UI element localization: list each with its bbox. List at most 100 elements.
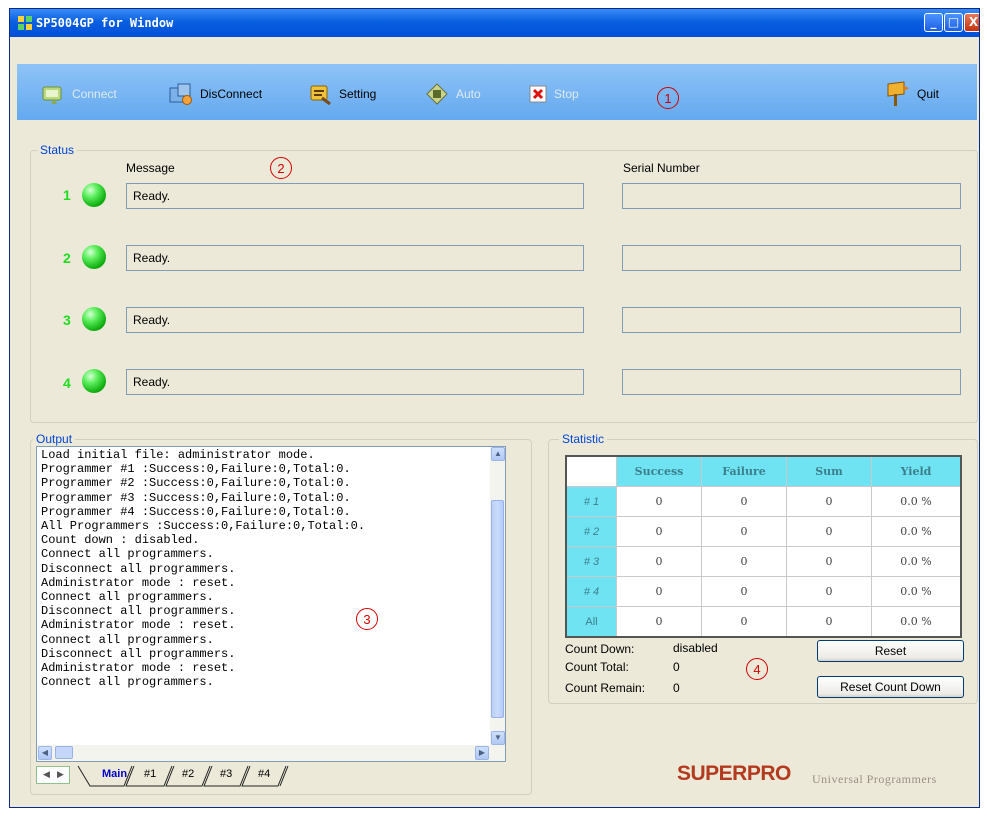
- statistic-group-title: Statistic: [559, 432, 608, 446]
- tab-scroll-arrows[interactable]: ◀ ▶: [36, 766, 70, 784]
- row-header: # 3: [565, 546, 617, 577]
- count-remain-value: 0: [673, 681, 680, 695]
- horizontal-scrollbar[interactable]: ◀ ▶: [37, 745, 505, 761]
- count-down-value: disabled: [673, 641, 718, 655]
- table-cell: 0: [616, 606, 702, 638]
- scroll-thumb[interactable]: [55, 746, 73, 759]
- status-led-green: [82, 307, 106, 331]
- stop-icon: [529, 85, 547, 103]
- quit-icon: [887, 81, 909, 106]
- table-cell: 0: [786, 486, 872, 517]
- superpro-tagline: Universal Programmers: [812, 772, 937, 786]
- message-field: Ready.: [126, 369, 584, 395]
- annotation-marker-4: 4: [746, 658, 768, 680]
- row-header: # 2: [565, 516, 617, 547]
- table-cell: 0.0 %: [871, 606, 962, 638]
- log-line: All Programmers :Success:0,Failure:0,Tot…: [41, 519, 366, 534]
- table-cell: 0: [786, 516, 872, 547]
- log-line: Connect all programmers.: [41, 675, 214, 690]
- auto-button[interactable]: Auto: [425, 82, 481, 106]
- connect-label: Connect: [72, 87, 117, 101]
- vertical-scrollbar[interactable]: ▲ ▼: [490, 447, 505, 745]
- table-cell: 0.0 %: [871, 546, 962, 577]
- table-cell: 0: [616, 576, 702, 607]
- log-line: Programmer #3 :Success:0,Failure:0,Total…: [41, 490, 351, 505]
- close-button[interactable]: X: [964, 13, 979, 32]
- reset-button[interactable]: Reset: [817, 640, 964, 662]
- programmer-number: 4: [63, 375, 71, 391]
- status-led-green: [82, 183, 106, 207]
- scroll-up-icon[interactable]: ▲: [491, 447, 505, 461]
- table-cell: 0: [616, 486, 702, 517]
- log-line: Disconnect all programmers.: [41, 561, 236, 576]
- status-led-green: [82, 369, 106, 393]
- table-cell: 0.0 %: [871, 576, 962, 607]
- minimize-button[interactable]: _: [924, 13, 943, 32]
- log-line: Programmer #2 :Success:0,Failure:0,Total…: [41, 476, 351, 491]
- tab-programmer-4[interactable]: #4: [258, 768, 270, 780]
- serial-number-field: [622, 369, 961, 395]
- table-cell: 0: [701, 576, 787, 607]
- quit-label: Quit: [917, 87, 940, 101]
- app-icon: [18, 16, 32, 30]
- log-line: Count down : disabled.: [41, 533, 200, 548]
- log-line: Administrator mode : reset.: [41, 661, 236, 676]
- message-field: Ready.: [126, 183, 584, 209]
- toolbar: Connect DisConnect Setting Auto Stop Qui…: [17, 64, 977, 120]
- title-bar[interactable]: SP5004GP for Window _ □ X: [10, 9, 979, 37]
- table-cell: 0: [701, 516, 787, 547]
- annotation-marker-2: 2: [270, 157, 292, 179]
- tab-programmer-1[interactable]: #1: [144, 768, 156, 780]
- superpro-logo: SUPERPRO: [677, 762, 791, 785]
- tab-right-arrow-icon[interactable]: ▶: [57, 769, 64, 780]
- log-lines: Load initial file: administrator mode. Pr…: [41, 448, 365, 689]
- log-line: Disconnect all programmers.: [41, 604, 236, 619]
- table-cell: 0: [786, 546, 872, 577]
- reset-count-down-button[interactable]: Reset Count Down: [817, 676, 964, 698]
- log-line: Connect all programmers.: [41, 547, 214, 562]
- tab-left-arrow-icon[interactable]: ◀: [43, 769, 50, 780]
- scroll-left-icon[interactable]: ◀: [38, 746, 52, 760]
- row-header: # 4: [565, 576, 617, 607]
- statistic-table: Success Failure Sum Yield # 1 0 0 0 0.0 …: [565, 455, 962, 638]
- message-column-header: Message: [126, 161, 175, 175]
- log-line: Connect all programmers.: [41, 590, 214, 605]
- annotation-marker-1: 1: [657, 87, 679, 109]
- tab-programmer-2[interactable]: #2: [182, 768, 194, 780]
- table-row: # 1 0 0 0 0.0 %: [565, 486, 962, 517]
- row-header: # 1: [565, 486, 617, 517]
- table-row: All 0 0 0 0.0 %: [565, 606, 962, 638]
- scroll-right-icon[interactable]: ▶: [475, 746, 489, 760]
- auto-icon: [426, 83, 448, 105]
- window-title: SP5004GP for Window: [36, 16, 174, 30]
- table-cell: 0: [786, 606, 872, 638]
- scroll-down-icon[interactable]: ▼: [491, 731, 505, 745]
- stop-button[interactable]: Stop: [529, 82, 579, 106]
- connect-button[interactable]: Connect: [41, 82, 117, 106]
- setting-button[interactable]: Setting: [308, 82, 376, 106]
- table-cell: 0: [701, 486, 787, 517]
- output-tabs: ◀ ▶ Main #1 #2 #3 #4: [36, 764, 396, 788]
- tab-main[interactable]: Main: [102, 768, 127, 780]
- scroll-thumb[interactable]: [491, 500, 504, 718]
- log-line: Programmer #4 :Success:0,Failure:0,Total…: [41, 504, 351, 519]
- table-row: # 4 0 0 0 0.0 %: [565, 576, 962, 607]
- log-line: Disconnect all programmers.: [41, 646, 236, 661]
- stop-label: Stop: [554, 87, 579, 101]
- table-corner-cell: [565, 455, 617, 487]
- annotation-marker-3: 3: [356, 608, 378, 630]
- serial-number-field: [622, 245, 961, 271]
- message-field: Ready.: [126, 307, 584, 333]
- disconnect-button[interactable]: DisConnect: [169, 82, 262, 106]
- log-line: Load initial file: administrator mode.: [41, 448, 315, 462]
- maximize-button[interactable]: □: [944, 13, 963, 32]
- status-led-green: [82, 245, 106, 269]
- quit-button[interactable]: Quit: [884, 81, 940, 106]
- table-cell: 0.0 %: [871, 516, 962, 547]
- table-cell: 0: [701, 546, 787, 577]
- table-cell: 0: [786, 576, 872, 607]
- output-log[interactable]: Load initial file: administrator mode. Pr…: [36, 446, 506, 762]
- disconnect-label: DisConnect: [200, 87, 263, 101]
- tab-programmer-3[interactable]: #3: [220, 768, 232, 780]
- column-header: Success: [616, 455, 702, 487]
